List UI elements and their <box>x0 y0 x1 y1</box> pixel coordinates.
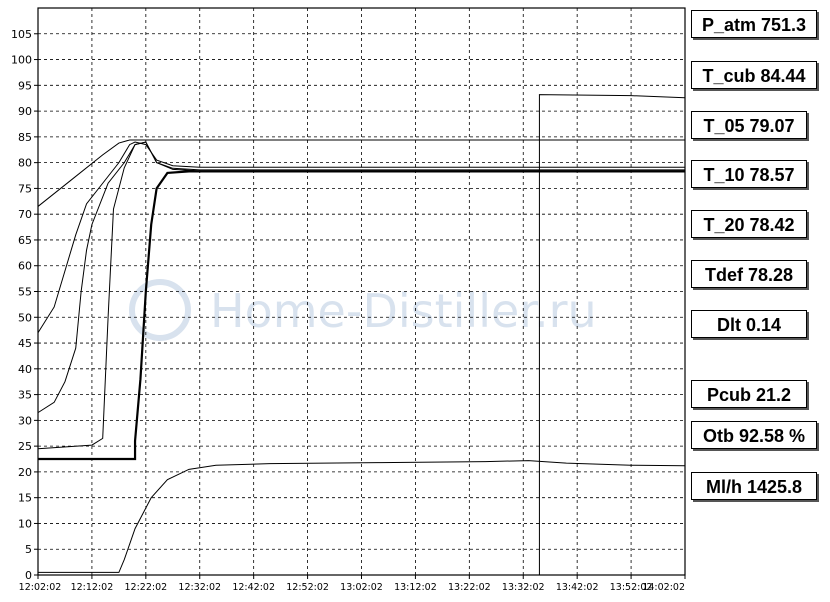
readout-t-10: T_10 78.57 <box>691 160 807 188</box>
x-tick-label: 12:02:02 <box>19 582 62 593</box>
y-tick-label: 35 <box>18 389 32 402</box>
x-tick-label: 12:12:02 <box>71 582 114 593</box>
x-tick-label: 12:42:02 <box>232 582 275 593</box>
y-tick-label: 95 <box>18 79 32 92</box>
y-tick-label: 15 <box>18 492 32 505</box>
watermark: Home-Distiller.ru <box>129 279 597 341</box>
readout-tdef: Tdef 78.28 <box>691 260 807 288</box>
readout-otb: Otb 92.58 % <box>691 421 817 449</box>
y-tick-label: 60 <box>18 260 32 273</box>
y-tick-label: 0 <box>25 569 32 582</box>
x-tick-label: 13:02:02 <box>340 582 383 593</box>
x-axis: 12:02:02 12:12:02 12:22:02 12:32:02 12:42:02… <box>19 582 685 593</box>
x-tick-label: 12:52:02 <box>286 582 329 593</box>
y-axis: 0 5 10 15 20 25 30 35 40 45 50 55 60 65 70 75 80 85 90 95 10… <box>11 28 32 582</box>
readout-p-atm: P_atm 751.3 <box>691 10 817 38</box>
x-tick-label: 14:02:02 <box>642 582 685 593</box>
readout-dlt: Dlt 0.14 <box>691 310 807 338</box>
watermark-logo-icon <box>129 279 191 341</box>
x-tick-label: 12:32:02 <box>178 582 221 593</box>
x-tick-label: 13:12:02 <box>394 582 437 593</box>
watermark-text: Home-Distiller.ru <box>210 284 597 338</box>
y-tick-label: 40 <box>18 363 32 376</box>
x-tick-label: 13:22:02 <box>448 582 491 593</box>
y-tick-label: 45 <box>18 337 32 350</box>
y-tick-label: 5 <box>25 543 32 556</box>
y-tick-label: 55 <box>18 286 32 299</box>
readout-ml-h: Ml/h 1425.8 <box>691 472 817 500</box>
y-tick-label: 25 <box>18 440 32 453</box>
y-tick-label: 30 <box>18 414 32 427</box>
line-chart: Home-Distiller.ru 0 5 10 15 20 25 30 35 40 45 50 55… <box>11 7 686 593</box>
y-tick-label: 65 <box>18 234 32 247</box>
readout-t-05: T_05 79.07 <box>691 111 807 139</box>
y-tick-label: 100 <box>11 54 32 67</box>
readout-t-20: T_20 78.42 <box>691 210 807 238</box>
y-tick-label: 10 <box>18 517 32 530</box>
y-tick-label: 105 <box>11 28 32 41</box>
y-tick-label: 75 <box>18 182 32 195</box>
y-tick-label: 50 <box>18 311 32 324</box>
x-tick-label: 12:22:02 <box>124 582 167 593</box>
y-tick-label: 70 <box>18 208 32 221</box>
readout-pcub: Pcub 21.2 <box>691 380 807 408</box>
y-tick-label: 80 <box>18 157 32 170</box>
x-tick-label: 13:32:02 <box>502 582 545 593</box>
x-tick-label: 13:42:02 <box>556 582 599 593</box>
readout-t-cub: T_cub 84.44 <box>691 61 817 89</box>
y-tick-label: 90 <box>18 105 32 118</box>
y-tick-label: 20 <box>18 466 32 479</box>
y-tick-label: 85 <box>18 131 32 144</box>
